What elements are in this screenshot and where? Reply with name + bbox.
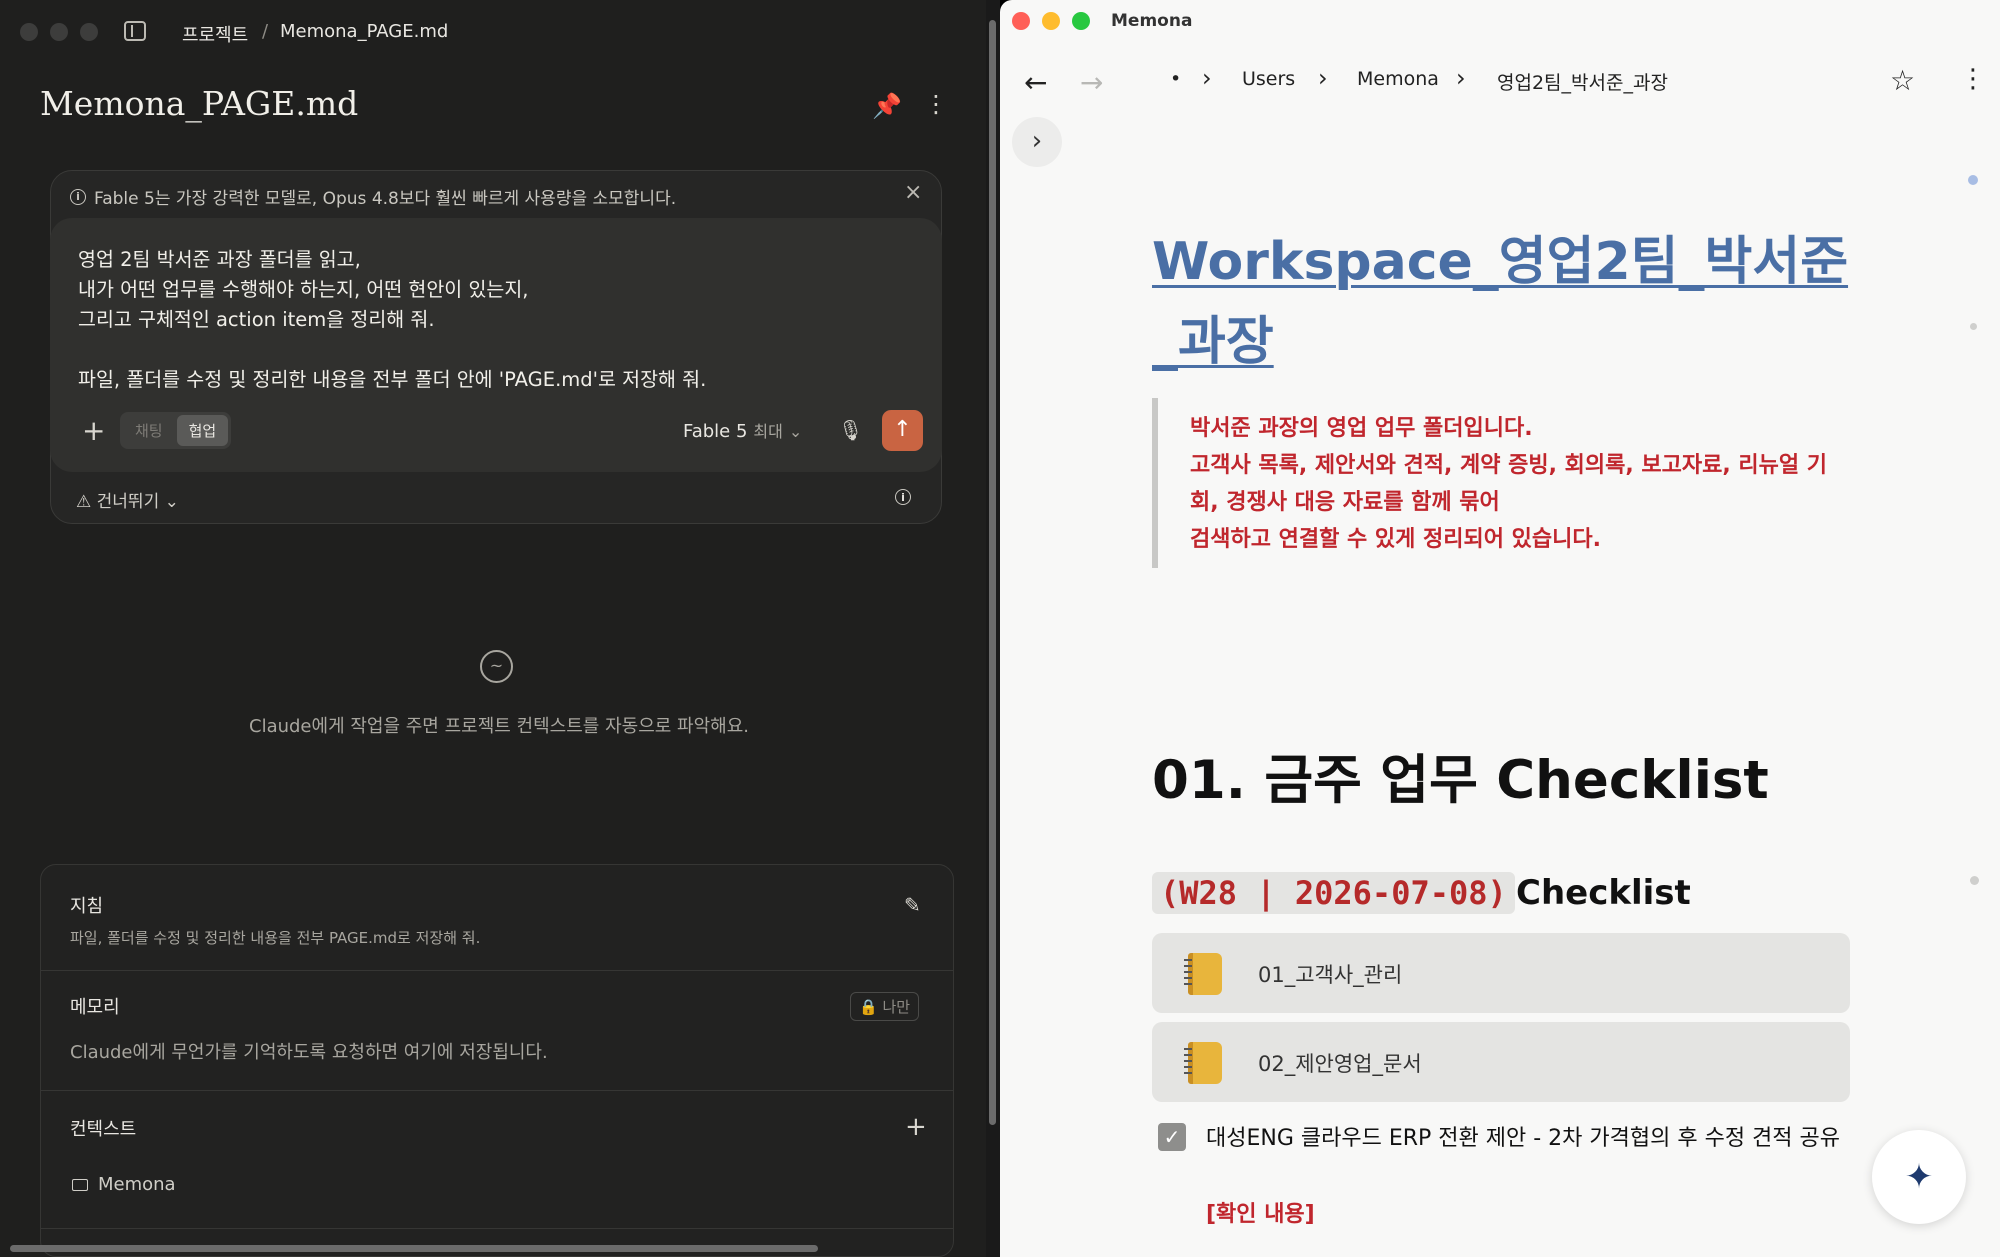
model-effort: 최대 xyxy=(753,422,783,441)
task-checkbox[interactable]: ✓ xyxy=(1158,1123,1186,1151)
notice-text: Fable 5는 가장 강력한 모델로, Opus 4.8보다 훨씬 빠르게 사… xyxy=(94,189,677,209)
more-options-icon[interactable]: ⋮ xyxy=(924,90,948,118)
path-current[interactable]: 영업2팀_박서준_과장 xyxy=(1497,68,1668,95)
quote-line: 고객사 목록, 제안서와 견적, 계약 증빙, 회의록, 보고자료, 리뉴얼 기… xyxy=(1190,453,1827,515)
close-window-button[interactable] xyxy=(20,23,38,41)
folder-card[interactable]: 02_제안영업_문서 xyxy=(1152,1022,1850,1102)
folder-card[interactable]: 01_고객사_관리 xyxy=(1152,933,1850,1013)
sidebar-toggle-icon[interactable] xyxy=(124,21,146,41)
notebook-icon xyxy=(1184,953,1222,995)
chevron-down-icon: ⌄ xyxy=(788,422,803,441)
breadcrumb-project[interactable]: 프로젝트 xyxy=(182,21,248,47)
edit-pencil-icon[interactable]: ✎ xyxy=(904,893,921,917)
check-icon: ✓ xyxy=(1163,1125,1181,1149)
task-note: [확인 내용] xyxy=(1206,1202,1315,1227)
lock-icon: 🔒 xyxy=(859,998,878,1016)
model-selector[interactable]: Fable 5 최대 ⌄ xyxy=(683,418,802,442)
empty-state-text: Claude에게 작업을 주면 프로젝트 컨텍스트를 자동으로 파악해요. xyxy=(249,716,749,737)
privacy-badge-label: 나만 xyxy=(882,998,911,1016)
skip-label: 건너뛰기 xyxy=(96,492,160,512)
ai-assistant-button[interactable]: ✦ xyxy=(1872,1130,1966,1224)
more-options-icon[interactable]: ⋮ xyxy=(1960,64,1986,94)
blockquote-bar xyxy=(1152,398,1158,568)
mode-collab-option[interactable]: 협업 xyxy=(176,415,229,446)
memory-title: 메모리 xyxy=(70,997,120,1018)
close-window-button[interactable] xyxy=(1012,12,1030,30)
vertical-scrollbar[interactable] xyxy=(989,20,996,1125)
add-context-icon[interactable]: + xyxy=(905,1112,927,1142)
send-button[interactable]: ↑ xyxy=(882,410,923,451)
outline-marker[interactable] xyxy=(1970,323,1977,330)
zoom-window-button[interactable] xyxy=(80,23,98,41)
week-heading-suffix: Checklist xyxy=(1516,873,1691,913)
prompt-input[interactable]: 영업 2팀 박서준 과장 폴더를 읽고, 내가 어떤 업무를 수행해야 하는지,… xyxy=(78,245,706,395)
folder-card-label: 02_제안영업_문서 xyxy=(1258,1052,1422,1076)
minimize-window-button[interactable] xyxy=(1042,12,1060,30)
microphone-icon[interactable]: 🎙 xyxy=(838,418,863,442)
window-controls[interactable] xyxy=(1012,12,1090,30)
model-usage-notice: i Fable 5는 가장 강력한 모델로, Opus 4.8보다 훨씬 빠르게… xyxy=(70,184,676,209)
memory-text: Claude에게 무언가를 기억하도록 요청하면 여기에 저장됩니다. xyxy=(70,1042,548,1063)
back-arrow-icon[interactable]: ← xyxy=(1024,66,1047,99)
close-icon[interactable]: × xyxy=(904,180,922,205)
breadcrumb-file: Memona_PAGE.md xyxy=(280,21,449,42)
model-name: Fable 5 xyxy=(683,421,748,442)
mode-toggle[interactable]: 채팅 협업 xyxy=(120,412,232,449)
quote-line: 검색하고 연결할 수 있게 정리되어 있습니다. xyxy=(1190,527,1601,552)
folder-icon xyxy=(72,1178,88,1191)
mode-chat-option[interactable]: 채팅 xyxy=(123,415,175,446)
blockquote: 박서준 과장의 영업 업무 폴더입니다. 고객사 목록, 제안서와 견적, 계약… xyxy=(1190,410,1830,558)
memona-window: Memona ← → • › Users › Memona › 영업2팀_박서준… xyxy=(1000,0,2000,1257)
chevron-right-icon: › xyxy=(1318,64,1328,92)
page-title: Memona_PAGE.md xyxy=(40,84,359,123)
expand-sidebar-button[interactable]: › xyxy=(1012,117,1062,167)
window-controls[interactable] xyxy=(20,23,98,41)
divider xyxy=(41,970,953,971)
context-title: 컨텍스트 xyxy=(70,1119,137,1140)
minimize-window-button[interactable] xyxy=(50,23,68,41)
info-icon: i xyxy=(70,188,86,205)
chevron-right-icon: › xyxy=(1031,126,1043,156)
zoom-window-button[interactable] xyxy=(1072,12,1090,30)
forward-arrow-icon[interactable]: → xyxy=(1080,66,1103,99)
pin-icon[interactable]: 📌 xyxy=(872,92,902,120)
horizontal-scrollbar[interactable] xyxy=(10,1245,818,1252)
app-name: Memona xyxy=(1111,11,1193,31)
divider xyxy=(41,1090,953,1091)
page-heading-link[interactable]: Workspace_영업2팀_박서준_과장 xyxy=(1152,222,1852,382)
claude-window: 프로젝트 / Memona_PAGE.md Memona_PAGE.md 📌 ⋮… xyxy=(0,0,998,1257)
breadcrumb-separator: / xyxy=(262,21,269,42)
info-icon[interactable]: i xyxy=(895,489,911,505)
instructions-title: 지침 xyxy=(70,896,104,917)
context-folder-item[interactable]: Memona xyxy=(72,1174,176,1195)
outline-marker[interactable] xyxy=(1968,175,1978,185)
path-memona[interactable]: Memona xyxy=(1357,68,1439,90)
arrow-up-icon: ↑ xyxy=(893,417,912,442)
sparkle-icon: ✦ xyxy=(1904,1157,1934,1197)
task-text[interactable]: 대성ENG 클라우드 ERP 전환 제안 - 2차 가격협의 후 수정 견적 공… xyxy=(1206,1120,1846,1157)
window-divider[interactable] xyxy=(986,0,1000,1257)
folder-card-label: 01_고객사_관리 xyxy=(1258,963,1403,987)
path-users[interactable]: Users xyxy=(1242,68,1295,90)
path-root[interactable]: • xyxy=(1170,68,1181,90)
chevron-right-icon: › xyxy=(1202,64,1212,92)
chat-bubble-icon: ~ xyxy=(480,650,513,683)
skip-dropdown[interactable]: ⚠ 건너뛰기 ⌄ xyxy=(76,487,179,512)
section-heading: 01. 금주 업무 Checklist xyxy=(1152,750,1769,811)
quote-line: 박서준 과장의 영업 업무 폴더입니다. xyxy=(1190,416,1533,441)
add-attachment-icon[interactable]: + xyxy=(82,414,105,447)
chevron-right-icon: › xyxy=(1456,64,1466,92)
instructions-text: 파일, 폴더를 수정 및 정리한 내용을 전부 PAGE.md로 저장해 줘. xyxy=(70,929,481,947)
star-icon[interactable]: ☆ xyxy=(1890,64,1915,97)
divider xyxy=(41,1228,953,1229)
week-code: (W28 | 2026-07-08) xyxy=(1152,872,1515,914)
privacy-badge[interactable]: 🔒 나만 xyxy=(850,992,920,1021)
notebook-icon xyxy=(1184,1042,1222,1084)
context-folder-name: Memona xyxy=(98,1174,176,1195)
warning-icon: ⚠ xyxy=(76,492,92,512)
outline-marker[interactable] xyxy=(1970,876,1979,885)
chevron-down-icon: ⌄ xyxy=(164,492,179,512)
